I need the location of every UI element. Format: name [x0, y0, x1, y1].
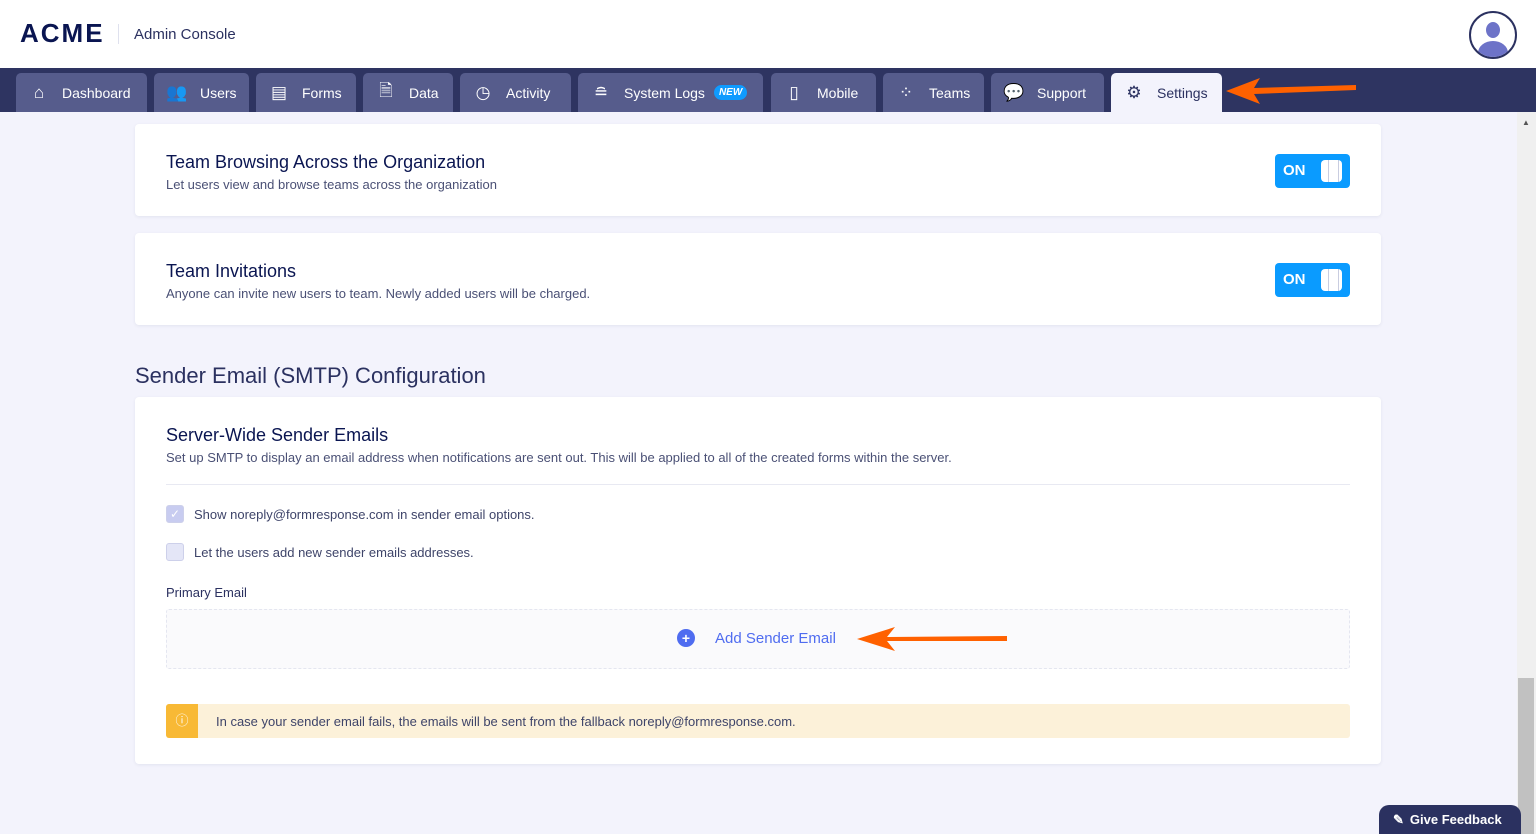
data-icon: 🗎 — [379, 81, 393, 100]
tab-activity[interactable]: ◷ Activity — [460, 73, 571, 112]
toggle-knob — [1321, 160, 1342, 182]
show-noreply-checkbox[interactable]: ✓ — [166, 505, 184, 523]
tab-data[interactable]: 🗎 Data — [363, 73, 453, 112]
tab-label: Users — [200, 84, 237, 101]
tab-label: System Logs — [624, 84, 705, 101]
team-browsing-toggle[interactable]: ON — [1275, 154, 1350, 188]
team-invitations-toggle[interactable]: ON — [1275, 263, 1350, 297]
tab-dashboard[interactable]: ⌂ Dashboard — [16, 73, 147, 112]
clock-icon: ◷ — [475, 82, 491, 102]
database-icon: ≘ — [593, 82, 609, 102]
toggle-label: ON — [1283, 162, 1306, 179]
primary-email-box: + Add Sender Email — [166, 609, 1350, 669]
plus-icon: + — [677, 629, 695, 647]
card-description: Set up SMTP to display an email address … — [166, 450, 952, 465]
setting-description: Anyone can invite new users to team. New… — [166, 286, 591, 301]
teams-icon: ⁘ — [898, 82, 914, 102]
setting-title: Team Browsing Across the Organization — [166, 152, 486, 172]
tab-system-logs[interactable]: ≘ System Logs NEW — [578, 73, 763, 112]
primary-email-label: Primary Email — [166, 585, 247, 600]
toggle-knob — [1321, 269, 1342, 291]
smtp-card: Server-Wide Sender Emails Set up SMTP to… — [135, 397, 1381, 764]
fallback-alert: ⓘ In case your sender email fails, the e… — [166, 704, 1350, 738]
divider — [166, 484, 1350, 485]
header: ACME Admin Console — [0, 0, 1536, 68]
setting-team-browsing: Team Browsing Across the Organization Le… — [135, 124, 1381, 216]
checkbox-label: Let the users add new sender emails addr… — [194, 545, 474, 560]
tab-users[interactable]: 👥 Users — [154, 73, 249, 112]
setting-description: Let users view and browse teams across t… — [166, 177, 497, 192]
tab-mobile[interactable]: ▯ Mobile — [771, 73, 876, 112]
checkbox-label: Show noreply@formresponse.com in sender … — [194, 507, 535, 522]
tab-label: Activity — [506, 84, 551, 101]
section-title: Sender Email (SMTP) Configuration — [135, 363, 486, 388]
tab-label: Data — [409, 84, 439, 101]
tab-label: Dashboard — [62, 84, 131, 101]
allow-sender-emails-checkbox[interactable] — [166, 543, 184, 561]
forms-icon: ▤ — [270, 82, 288, 102]
app-title: Admin Console — [134, 26, 236, 43]
setting-title: Team Invitations — [166, 261, 297, 281]
home-icon: ⌂ — [33, 82, 45, 102]
setting-team-invitations: Team Invitations Anyone can invite new u… — [135, 233, 1381, 325]
annotation-arrow — [857, 627, 1007, 651]
give-feedback-button[interactable]: ✎ Give Feedback — [1379, 805, 1521, 834]
tab-label: Teams — [929, 84, 971, 101]
card-title: Server-Wide Sender Emails — [166, 425, 389, 445]
tab-forms[interactable]: ▤ Forms — [256, 73, 356, 112]
add-sender-email-label: Add Sender Email — [715, 629, 836, 647]
info-icon: ⓘ — [166, 704, 198, 738]
gear-icon: ⚙ — [1126, 82, 1142, 102]
tab-label: Support — [1037, 84, 1087, 101]
scroll-up-icon[interactable]: ▲ — [1522, 118, 1530, 127]
tab-teams[interactable]: ⁘ Teams — [883, 73, 984, 112]
annotation-arrow — [1226, 78, 1356, 104]
users-icon: 👥 — [166, 82, 188, 102]
main-nav: ⌂ Dashboard 👥 Users ▤ Forms 🗎 Data ◷ Activity… — [0, 68, 1536, 112]
alert-text: In case your sender email fails, the ema… — [216, 714, 796, 729]
tab-settings[interactable]: ⚙ Settings — [1111, 73, 1222, 112]
scrollbar[interactable]: ▲ — [1517, 112, 1536, 834]
avatar[interactable] — [1469, 11, 1517, 59]
chat-icon: 💬 — [1003, 82, 1025, 102]
tab-label: Forms — [302, 84, 342, 101]
add-sender-email-button[interactable]: + Add Sender Email — [677, 629, 836, 647]
feedback-icon: ✎ — [1393, 811, 1404, 827]
tab-support[interactable]: 💬 Support — [991, 73, 1104, 112]
tab-label: Settings — [1157, 84, 1208, 101]
feedback-label: Give Feedback — [1409, 812, 1502, 827]
mobile-icon: ▯ — [789, 82, 799, 102]
new-badge: NEW — [713, 85, 748, 100]
toggle-label: ON — [1283, 271, 1306, 288]
divider — [118, 24, 119, 44]
acme-logo[interactable]: ACME — [20, 18, 105, 49]
tab-label: Mobile — [817, 84, 859, 101]
